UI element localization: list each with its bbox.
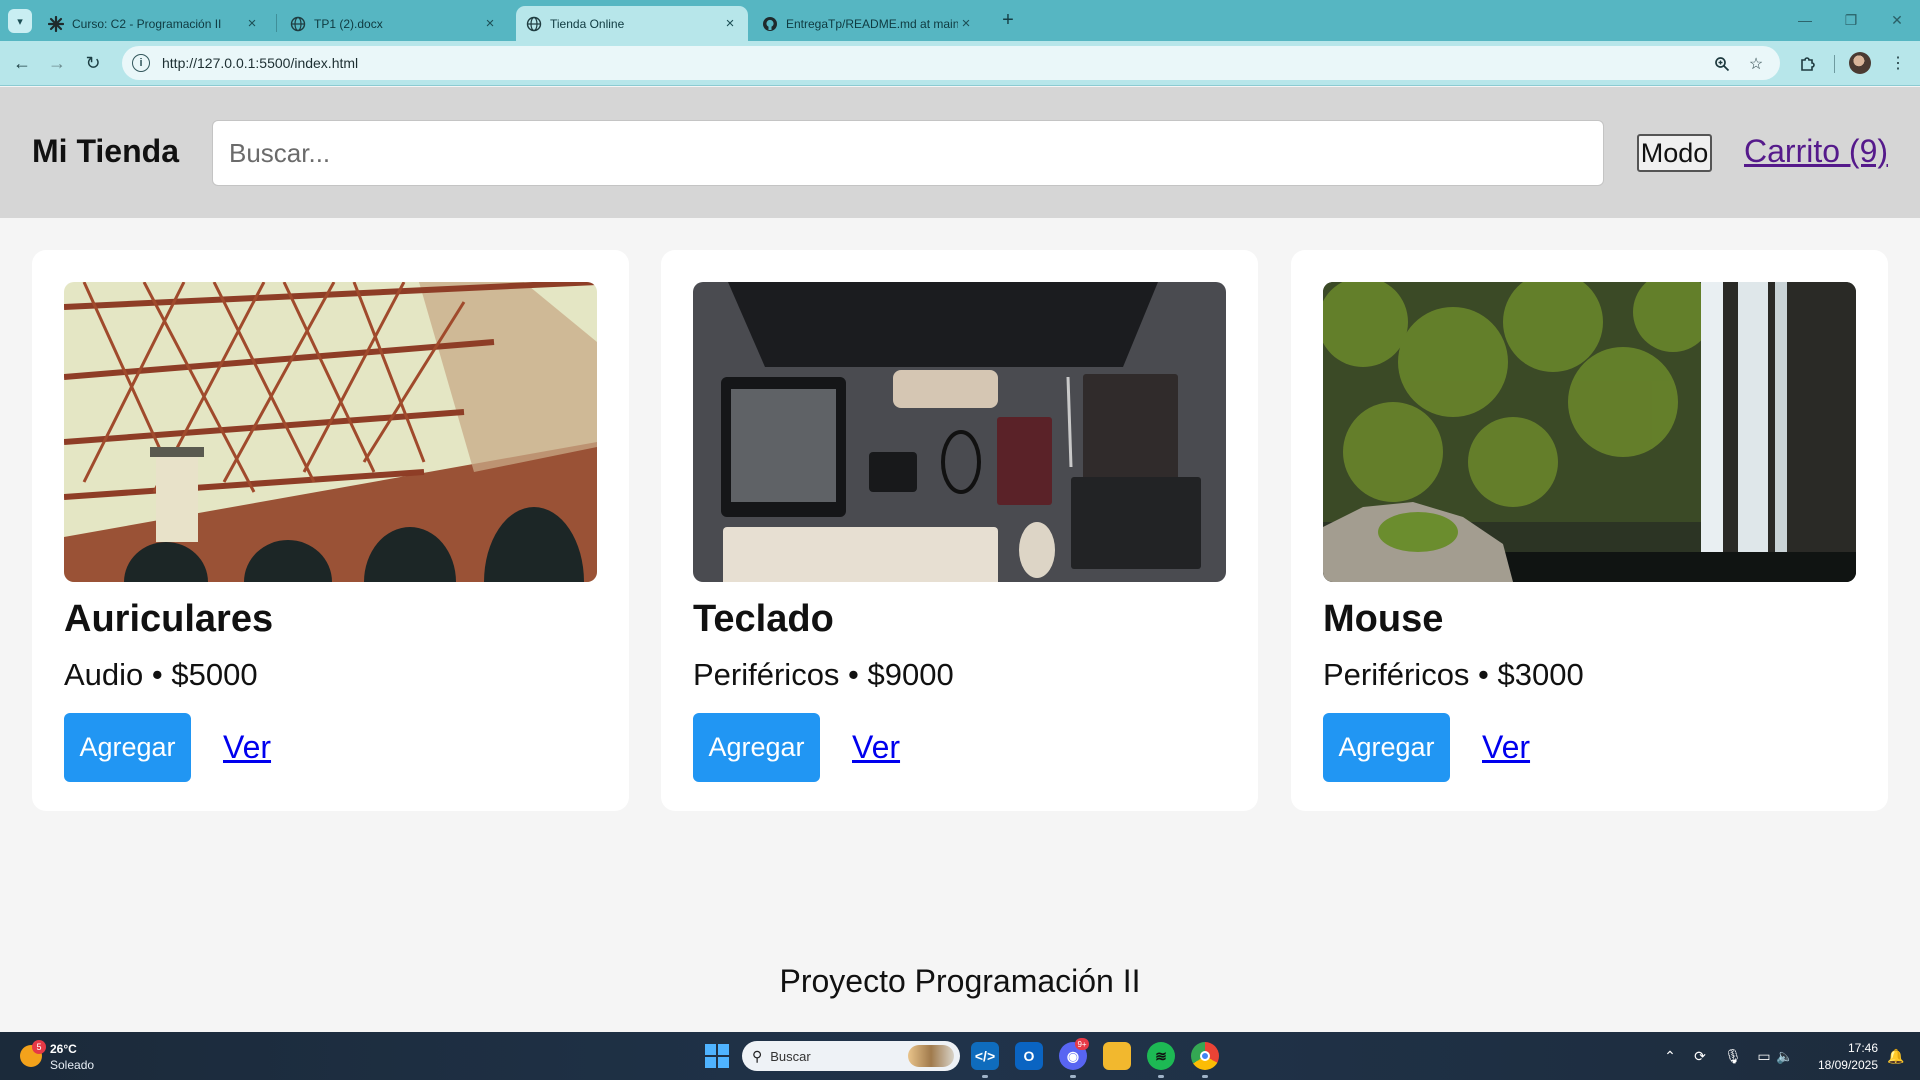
close-icon[interactable]: × <box>244 15 260 32</box>
moodle-asterisk-icon <box>48 15 64 32</box>
site-footer: Proyecto Programación II <box>779 963 1141 999</box>
close-icon[interactable]: × <box>958 15 974 32</box>
site-info-icon[interactable]: i <box>132 54 150 72</box>
chrome-icon[interactable] <box>1191 1042 1219 1070</box>
browser-tab-strip: ▾ Curso: C2 - Programación II × TP1 (2).… <box>0 0 1920 41</box>
network-icon[interactable]: ▭ <box>1754 1046 1774 1066</box>
running-indicator <box>1202 1075 1208 1078</box>
windows-start-icon[interactable] <box>705 1044 729 1068</box>
product-card: Teclado Periféricos • $9000 Agregar Ver <box>661 250 1258 811</box>
close-icon[interactable]: × <box>482 15 498 32</box>
chevron-down-icon: ▾ <box>17 15 23 28</box>
cart-link[interactable]: Carrito (9) <box>1744 133 1888 170</box>
url-text[interactable]: http://127.0.0.1:5500/index.html <box>162 55 358 71</box>
reload-button[interactable]: ↻ <box>81 51 105 75</box>
chevron-up-icon[interactable]: ⌃ <box>1660 1046 1680 1066</box>
weather-temperature: 26°C <box>50 1042 77 1056</box>
onedrive-sync-icon[interactable]: ⟳ <box>1690 1046 1710 1066</box>
address-bar[interactable]: i http://127.0.0.1:5500/index.html ☆ <box>122 46 1780 80</box>
restore-button[interactable]: ❐ <box>1834 8 1868 32</box>
running-indicator <box>982 1075 988 1078</box>
add-to-cart-button[interactable]: Agregar <box>1323 713 1450 782</box>
product-card: Mouse Periféricos • $3000 Agregar Ver <box>1291 250 1888 811</box>
extensions-puzzle-icon[interactable] <box>1796 51 1820 75</box>
tab-title: Curso: C2 - Programación II <box>72 16 222 31</box>
product-meta: Periféricos • $9000 <box>693 657 954 692</box>
product-meta: Periféricos • $3000 <box>1323 657 1584 692</box>
chrome-center <box>1200 1051 1210 1061</box>
globe-icon <box>290 16 306 32</box>
tab-title: TP1 (2).docx <box>314 16 383 31</box>
volume-icon[interactable]: 🔈 <box>1775 1046 1795 1066</box>
more-menu-icon[interactable]: ⋮ <box>1886 51 1910 75</box>
minimize-button[interactable]: — <box>1788 8 1822 32</box>
file-explorer-icon[interactable] <box>1103 1042 1131 1070</box>
forward-button[interactable]: → <box>45 51 69 75</box>
tab-title: Tienda Online <box>550 16 625 31</box>
tab-github-readme[interactable]: EntregaTp/README.md at main × <box>752 6 984 41</box>
tab-curso[interactable]: Curso: C2 - Programación II × <box>38 6 270 41</box>
plus-icon: + <box>1002 8 1014 31</box>
weather-badge: 5 <box>32 1040 46 1054</box>
add-to-cart-button[interactable]: Agregar <box>64 713 191 782</box>
product-image-bridge <box>64 282 597 582</box>
search-input[interactable] <box>212 120 1604 186</box>
product-card: Auriculares Audio • $5000 Agregar Ver <box>32 250 629 811</box>
running-indicator <box>1158 1075 1164 1078</box>
product-image-desk <box>693 282 1226 582</box>
spotify-icon[interactable]: ≋ <box>1147 1042 1175 1070</box>
search-icon: ⚲ <box>752 1047 763 1064</box>
tab-tp1-docx[interactable]: TP1 (2).docx × <box>280 6 508 41</box>
zoom-icon[interactable] <box>1712 54 1732 74</box>
add-to-cart-button[interactable]: Agregar <box>693 713 820 782</box>
running-indicator <box>1070 1075 1076 1078</box>
view-product-link[interactable]: Ver <box>1482 729 1530 766</box>
arrow-right-icon: → <box>48 52 66 73</box>
product-name: Auriculares <box>64 598 274 640</box>
clock-date[interactable]: 18/09/2025 <box>1808 1058 1878 1072</box>
mode-toggle-button[interactable]: Modo <box>1637 134 1712 172</box>
close-icon: ✕ <box>1891 11 1903 28</box>
bookmark-star-icon[interactable]: ☆ <box>1746 54 1766 74</box>
outlook-icon[interactable]: O <box>1015 1042 1043 1070</box>
product-name: Teclado <box>693 598 834 640</box>
tab-tienda-online[interactable]: Tienda Online × <box>516 6 748 41</box>
discord-badge: 9+ <box>1075 1038 1089 1050</box>
close-icon[interactable]: × <box>722 15 738 32</box>
microphone-icon[interactable]: 🎙 <box>1723 1046 1743 1066</box>
browser-toolbar: ← → ↻ i http://127.0.0.1:5500/index.html… <box>0 41 1920 86</box>
restore-icon: ❐ <box>1844 11 1858 28</box>
github-icon <box>762 16 778 32</box>
windows-taskbar: 5 26°C Soleado ⚲ Buscar </> O ◉ 9+ ≋ ⌃ ⟳… <box>0 1032 1920 1080</box>
minimize-icon: — <box>1798 12 1812 28</box>
toolbar-divider <box>1834 55 1835 73</box>
clock-time[interactable]: 17:46 <box>1840 1041 1878 1055</box>
reload-icon: ↻ <box>85 52 101 73</box>
close-window-button[interactable]: ✕ <box>1880 8 1914 32</box>
profile-avatar[interactable] <box>1849 52 1871 74</box>
tab-search-button[interactable]: ▾ <box>8 9 32 33</box>
globe-icon <box>526 16 542 32</box>
tab-divider <box>276 14 277 32</box>
taskbar-search[interactable]: ⚲ Buscar <box>742 1041 960 1071</box>
product-meta: Audio • $5000 <box>64 657 258 692</box>
weather-description: Soleado <box>50 1058 95 1072</box>
view-product-link[interactable]: Ver <box>223 729 271 766</box>
site-header: Mi Tienda Modo Carrito (9) <box>0 87 1920 218</box>
tab-title: EntregaTp/README.md at main <box>786 16 958 31</box>
notification-bell-icon[interactable]: 🔔 <box>1886 1046 1906 1066</box>
product-image-waterfall <box>1323 282 1856 582</box>
taskbar-search-label: Buscar <box>770 1048 811 1064</box>
arrow-left-icon: ← <box>13 52 31 73</box>
site-brand: Mi Tienda <box>32 133 179 169</box>
product-name: Mouse <box>1323 598 1444 640</box>
view-product-link[interactable]: Ver <box>852 729 900 766</box>
vscode-icon[interactable]: </> <box>971 1042 999 1070</box>
back-button[interactable]: ← <box>10 51 34 75</box>
new-tab-button[interactable]: + <box>996 8 1020 32</box>
search-highlight-image <box>908 1045 954 1067</box>
page-viewport: Mi Tienda Modo Carrito (9) <box>0 87 1920 1032</box>
